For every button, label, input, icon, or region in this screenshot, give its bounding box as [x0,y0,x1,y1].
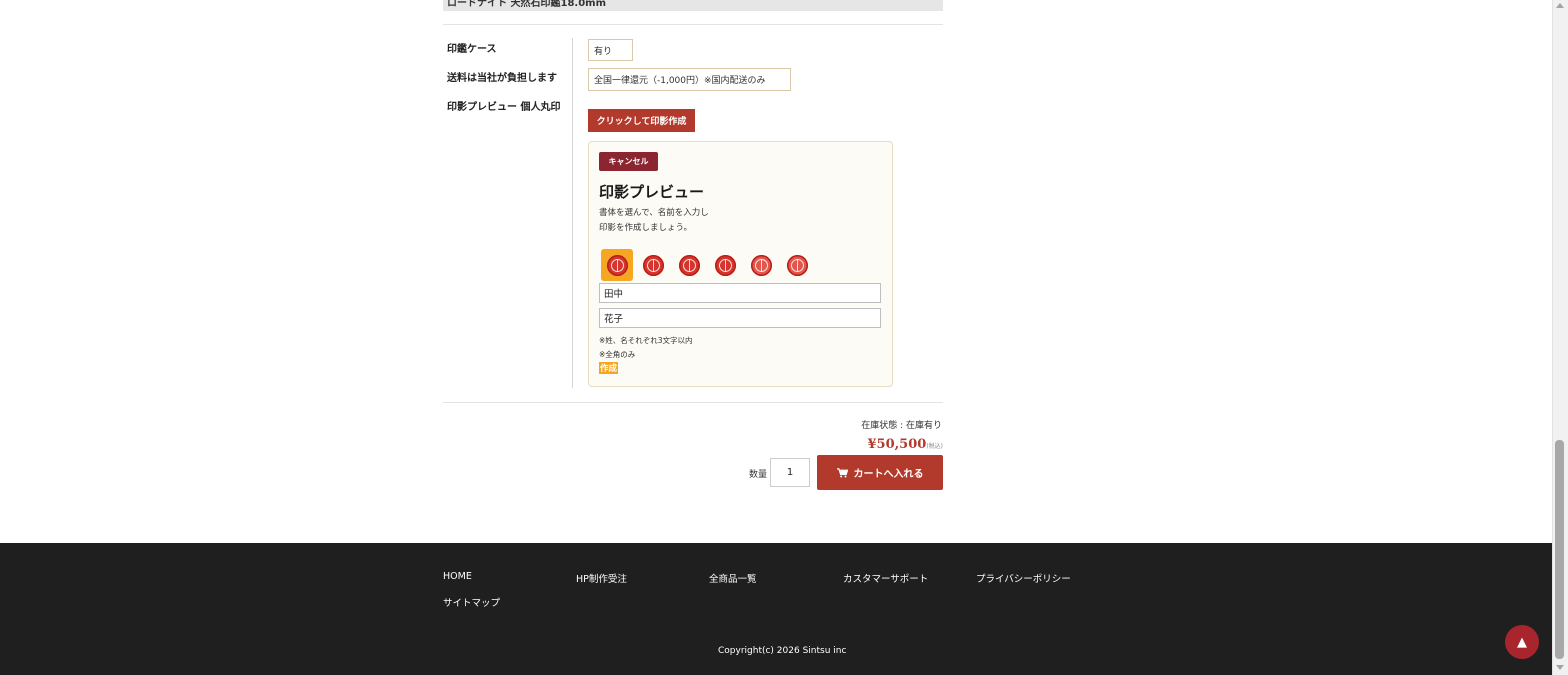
footer-link-hp-order[interactable]: HP制作受注 [576,571,627,585]
back-to-top-button[interactable]: ▲ [1505,625,1539,659]
preview-desc-line2: 印影を作成しましょう。 [599,223,692,233]
previous-option-band: ロードナイト 天然石印鑑18.0mm [443,0,943,11]
seal-icon [786,254,808,276]
add-to-cart-button[interactable]: カートへ入れる [817,455,943,490]
font-option-6[interactable] [781,249,813,281]
create-seal-button[interactable]: クリックして印影作成 [588,109,695,132]
scrollbar-thumb[interactable] [1555,440,1564,659]
font-option-1[interactable] [601,249,633,281]
case-select[interactable]: 有り [588,39,633,61]
tax-note: (税込) [926,443,943,450]
font-option-3[interactable] [673,249,705,281]
preview-title: 印影プレビュー [599,183,705,201]
name-length-note: ※姓、名それぞれ3文字以内 [599,336,693,345]
font-option-2[interactable] [637,249,669,281]
seal-icon [678,254,700,276]
scroll-up-icon[interactable] [1556,3,1564,8]
option-label-shipping: 送料は当社が負担します [447,73,557,84]
price: ¥50,500 [867,437,927,452]
cancel-button[interactable]: キャンセル [599,152,658,171]
seal-icon [606,254,628,276]
fullwidth-note: ※全角のみ [599,350,636,359]
font-option-4[interactable] [709,249,741,281]
given-name-input[interactable] [599,308,881,328]
footer-link-all-products[interactable]: 全商品一覧 [709,571,757,585]
option-label-case: 印鑑ケース [447,44,497,55]
copyright: Copyright(c) 2026 Sintsu inc [718,646,847,656]
price-block: ¥50,500(税込) [868,433,944,452]
shipping-select[interactable]: 全国一律還元（-1,000円）※国内配送のみ [588,68,791,91]
footer-link-privacy[interactable]: プライバシーポリシー [976,571,1071,585]
footer-link-sitemap[interactable]: サイトマップ [443,595,500,609]
footer-link-support[interactable]: カスタマーサポート [843,571,928,585]
stock-status: 在庫状態 : 在庫有り [861,421,942,431]
divider [443,402,943,403]
cart-icon [836,467,848,477]
seal-icon [714,254,736,276]
option-separator [572,38,573,388]
seal-icon [750,254,772,276]
make-seal-button[interactable]: 作成 [599,362,619,374]
divider [443,24,943,25]
surname-input[interactable] [599,283,881,303]
seal-icon [642,254,664,276]
add-to-cart-label: カートへ入れる [853,469,924,480]
quantity-label: 数量 [749,470,768,480]
option-label-preview: 印影プレビュー 個人丸印 [447,102,561,113]
preview-desc-line1: 書体を選んで、名前を入力し [599,208,709,218]
arrow-up-icon: ▲ [1517,634,1527,650]
font-option-5[interactable] [745,249,777,281]
previous-option-label: ロードナイト 天然石印鑑18.0mm [447,0,606,9]
quantity-input[interactable] [770,458,810,487]
footer-link-home[interactable]: HOME [443,571,472,582]
scroll-down-icon[interactable] [1556,665,1564,670]
